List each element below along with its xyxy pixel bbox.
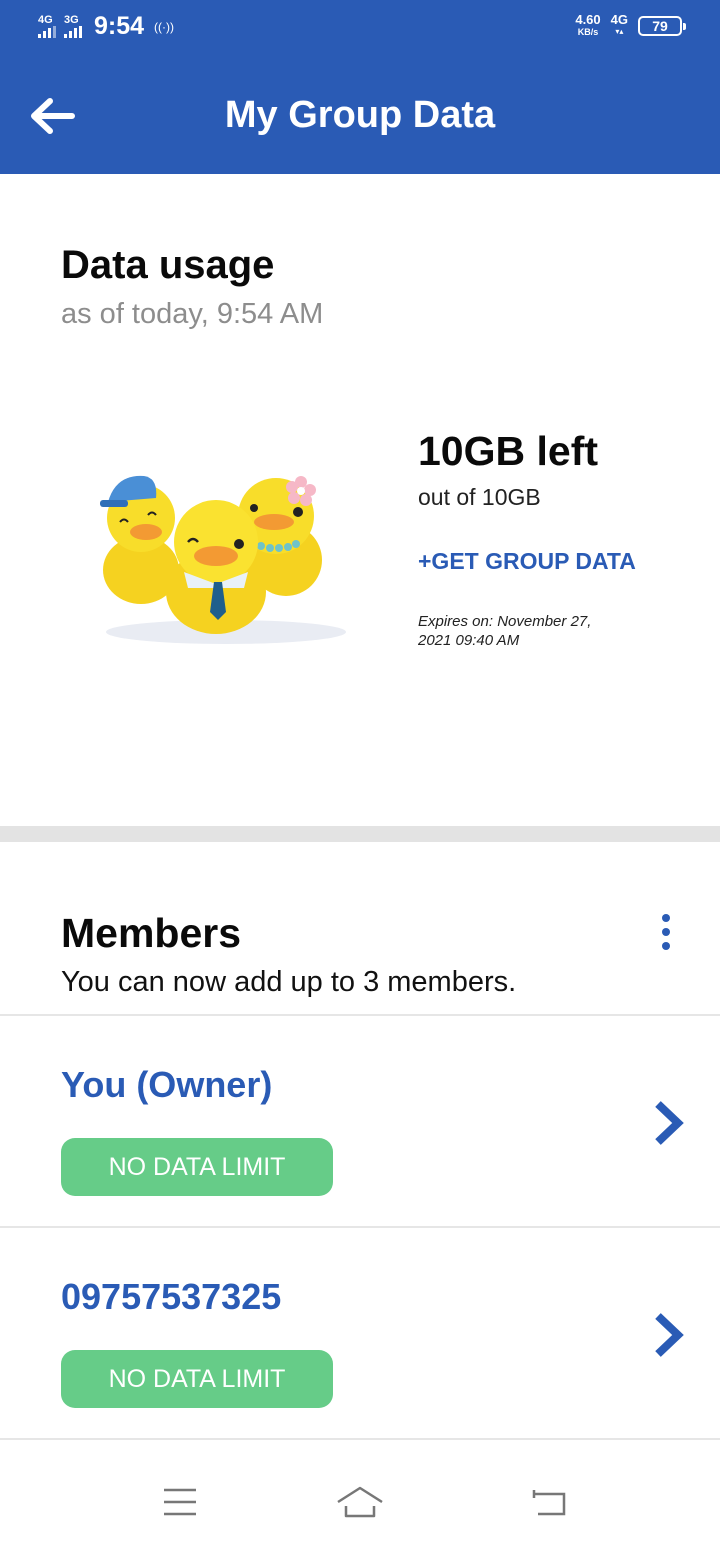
back-nav-icon [532, 1490, 566, 1516]
sim2-signal: 3G [64, 15, 82, 38]
sim2-network-label: 3G [64, 14, 79, 26]
battery-icon: 79 [638, 16, 686, 36]
member-name: 09757537325 [61, 1276, 282, 1317]
system-nav-bar [0, 1440, 720, 1544]
data-usage-heading: Data usage [61, 243, 275, 287]
get-group-data-link[interactable]: +GET GROUP DATA [418, 548, 636, 575]
members-subtitle: You can now add up to 3 members. [61, 966, 517, 998]
speed-value: 4.60 [575, 12, 601, 27]
section-divider [0, 826, 720, 842]
home-button[interactable] [330, 1480, 390, 1524]
status-left: 4G 3G 9:54 ((·)) [38, 12, 174, 41]
status-bar: 4G 3G 9:54 ((·)) 4.60 KB/s 4G ▾▴ 79 [0, 0, 720, 60]
recent-apps-button[interactable] [150, 1480, 210, 1524]
signal-bars-icon [64, 26, 82, 38]
ducks-illustration [100, 475, 346, 644]
data-limit-badge: NO DATA LIMIT [61, 1138, 333, 1196]
chevron-right-icon [655, 1313, 684, 1357]
member-row-number[interactable]: 09757537325 NO DATA LIMIT [0, 1228, 720, 1438]
network-speed: 4.60 KB/s [575, 12, 601, 38]
mobile-data-indicator: 4G ▾▴ [610, 12, 628, 38]
back-nav-button[interactable] [520, 1480, 580, 1524]
status-time: 9:54 [94, 12, 145, 40]
data-usage-timestamp: as of today, 9:54 AM [61, 298, 324, 330]
chevron-right-icon [655, 1101, 684, 1145]
signal-bars-icon [38, 26, 56, 38]
speed-unit: KB/s [577, 27, 599, 37]
data-total: out of 10GB [418, 484, 541, 510]
members-heading: Members [61, 910, 242, 956]
home-icon [337, 1486, 383, 1518]
data-remaining: 10GB left [418, 428, 598, 474]
expiry-date: Expires on: November 27, 2021 09:40 AM [418, 613, 592, 649]
status-right: 4.60 KB/s 4G ▾▴ 79 [575, 12, 686, 38]
more-vertical-icon[interactable] [652, 910, 680, 954]
data-limit-badge: NO DATA LIMIT [61, 1350, 333, 1408]
member-row-owner[interactable]: You (Owner) NO DATA LIMIT [0, 1016, 720, 1226]
sim1-signal: 4G [38, 15, 56, 38]
battery-level: 79 [652, 18, 668, 34]
member-name: You (Owner) [61, 1064, 273, 1105]
data-arrows-icon: ▾▴ [615, 27, 624, 36]
app-header: 4G 3G 9:54 ((·)) 4.60 KB/s 4G ▾▴ 79 My G… [0, 0, 720, 174]
page-title: My Group Data [224, 94, 496, 136]
menu-icon [164, 1488, 196, 1516]
network-type: 4G [610, 12, 628, 27]
hotspot-icon: ((·)) [154, 19, 175, 34]
sim1-network-label: 4G [38, 14, 53, 26]
